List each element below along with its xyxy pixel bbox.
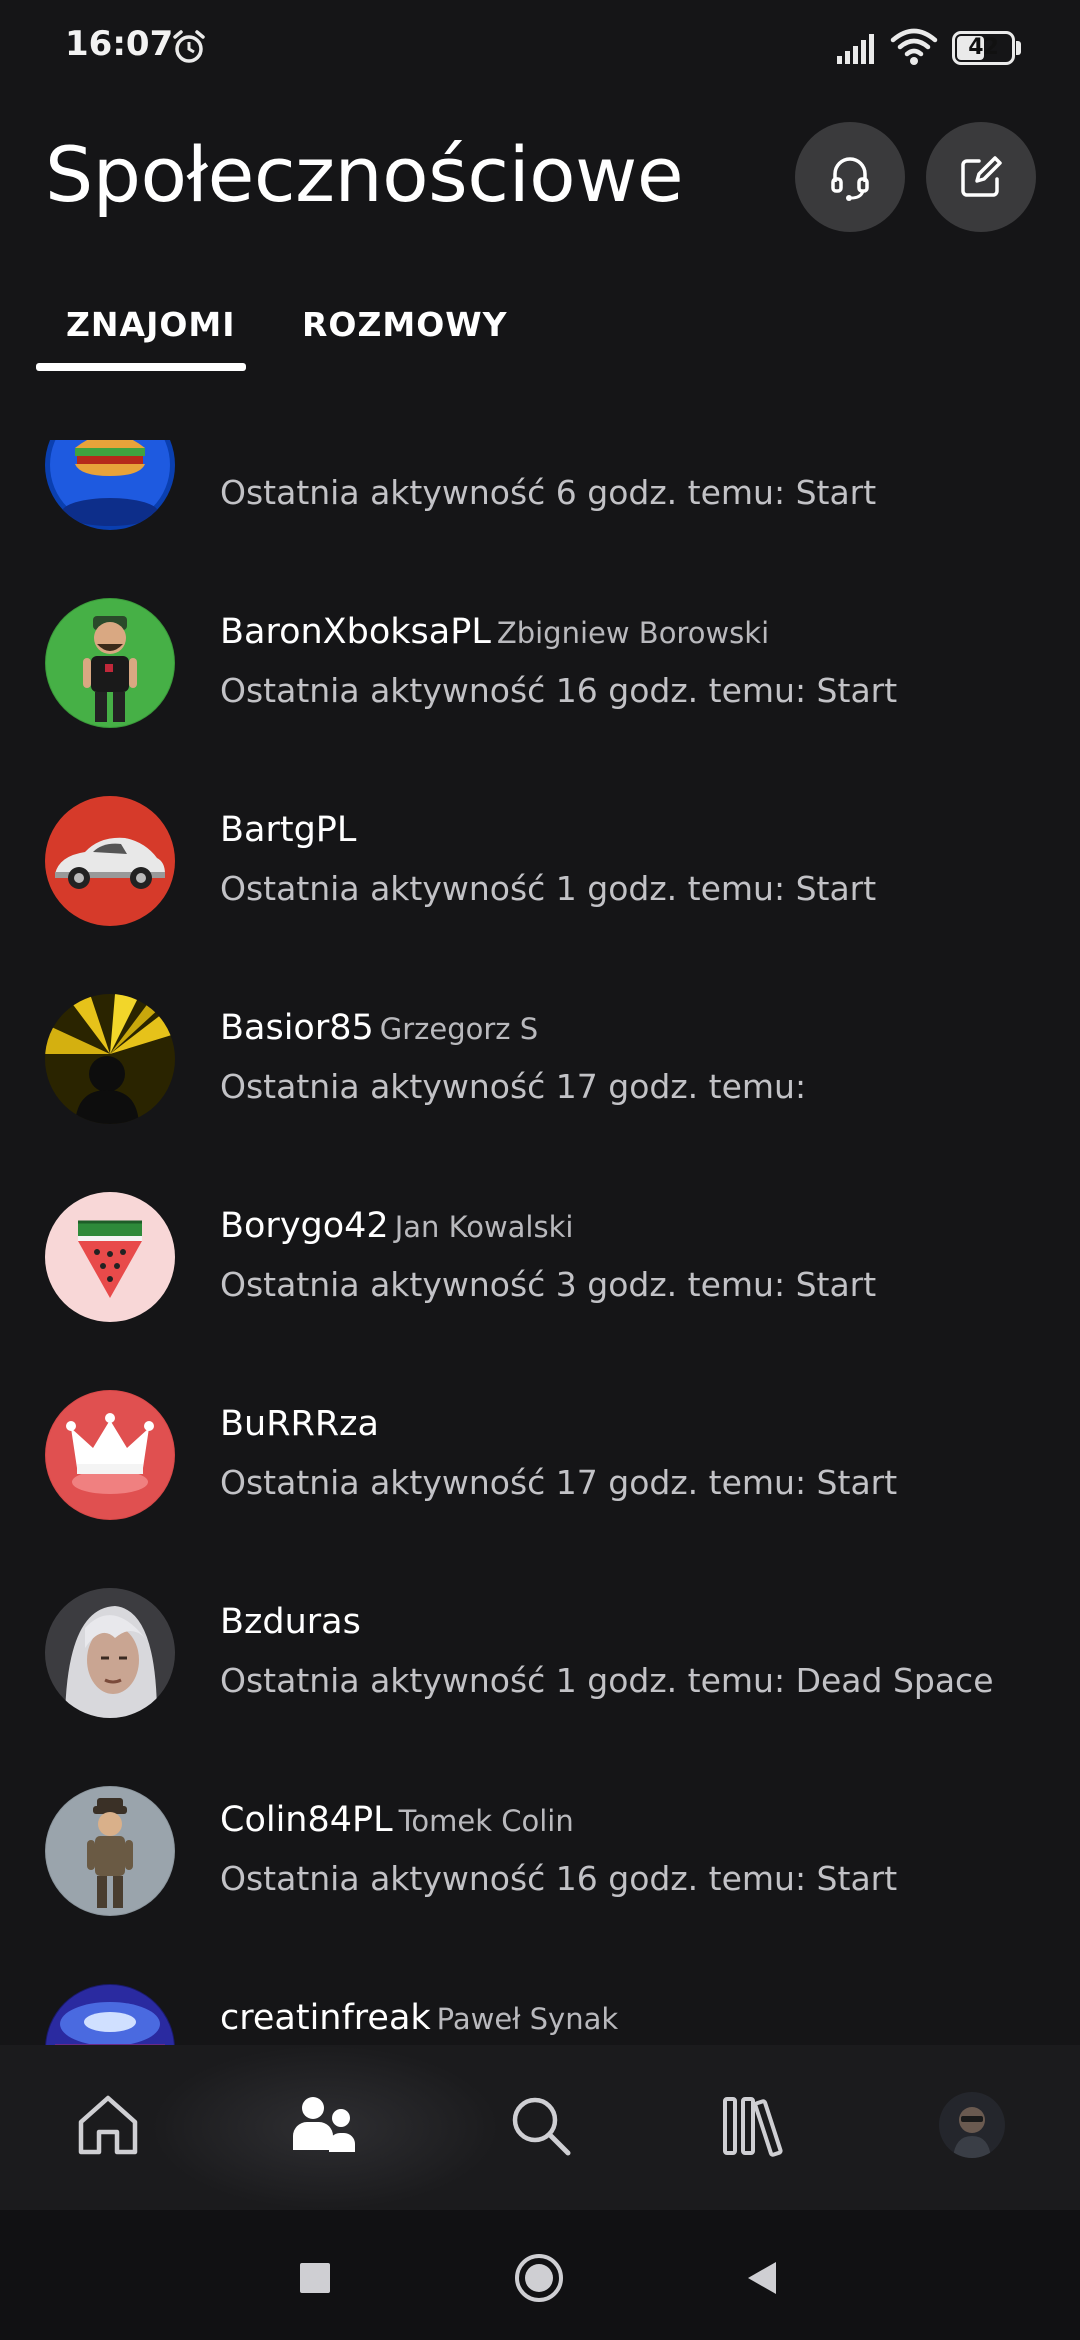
friend-real-name: Tomek Colin	[398, 1804, 574, 1838]
tab-conversations[interactable]: ROZMOWY	[302, 305, 508, 344]
system-home-button[interactable]	[509, 2248, 569, 2308]
friend-activity: Ostatnia aktywność 16 godz. temu: Start	[220, 671, 898, 710]
friend-gamertag: BartgPL	[220, 810, 357, 850]
friend-real-name: Jan Kowalski	[394, 1210, 574, 1244]
friend-gamertag: BuRRRza	[220, 1404, 379, 1444]
friend-gamertag: BaronXboksaPL	[220, 612, 491, 652]
battery-level-text: 42	[968, 35, 999, 60]
friend-avatar	[45, 598, 175, 728]
friend-row[interactable]: Basior85 Grzegorz S Ostatnia aktywność 17…	[0, 950, 1080, 1148]
tab-selected-indicator	[36, 363, 246, 371]
friend-real-name: Paweł Synak	[436, 2002, 619, 2036]
friend-row[interactable]: BuRRRza Ostatnia aktywność 17 godz. temu…	[0, 1346, 1080, 1544]
compose-icon	[961, 156, 1002, 197]
friend-activity: Ostatnia aktywność 16 godz. temu: Start	[220, 1859, 898, 1898]
friend-row[interactable]: Bzduras Ostatnia aktywność 1 godz. temu:…	[0, 1544, 1080, 1742]
status-bar: 16:07 42	[0, 0, 1080, 95]
back-icon	[748, 2262, 776, 2294]
party-chat-button[interactable]	[795, 122, 905, 232]
bottom-navigation	[0, 2045, 1080, 2210]
recents-button[interactable]	[285, 2248, 345, 2308]
friend-real-name: Zbigniew Borowski	[496, 616, 770, 650]
friend-activity: Ostatnia aktywność 6 godz. temu: Start	[220, 473, 877, 512]
friend-avatar	[45, 1786, 175, 1916]
friend-gamertag: Colin84PL	[220, 1800, 393, 1840]
friend-activity: Ostatnia aktywność 3 godz. temu: Start	[220, 1265, 877, 1304]
friend-avatar	[45, 1588, 175, 1718]
system-navigation-bar	[0, 2210, 1080, 2340]
headset-icon	[831, 157, 869, 201]
social-screen: 16:07 42 Społecznościowe ZNAJOMI ROZMOWY…	[0, 0, 1080, 2340]
friend-avatar	[45, 994, 175, 1124]
friend-gamertag: creatinfreak	[220, 1998, 431, 2038]
nav-library[interactable]	[716, 2085, 796, 2165]
friend-gamertag: Borygo42	[220, 1206, 389, 1246]
friends-list[interactable]: Ostatnia aktywność 6 godz. temu: Start B…	[0, 440, 1080, 2045]
friend-avatar	[45, 1390, 175, 1520]
status-time: 16:07	[65, 24, 174, 64]
friend-activity: Ostatnia aktywność 1 godz. temu: Dead Sp…	[220, 1661, 994, 1700]
social-icon	[293, 2097, 355, 2152]
nav-profile[interactable]	[932, 2085, 1012, 2165]
signal-icon	[837, 34, 874, 64]
friend-activity: Ostatnia aktywność 17 godz. temu:	[220, 1067, 807, 1106]
friend-row[interactable]: BartgPL Ostatnia aktywność 1 godz. temu:…	[0, 752, 1080, 950]
friend-gamertag: Bzduras	[220, 1602, 361, 1642]
friend-activity: Ostatnia aktywność 17 godz. temu: Start	[220, 1463, 898, 1502]
nav-search[interactable]	[500, 2085, 580, 2165]
home-icon	[78, 2095, 138, 2155]
new-message-button[interactable]	[926, 122, 1036, 232]
recents-icon	[300, 2263, 330, 2293]
friend-row[interactable]: Colin84PL Tomek Colin Ostatnia aktywność …	[0, 1742, 1080, 1940]
friend-activity: Ostatnia aktywność 1 godz. temu: Start	[220, 869, 877, 908]
back-button[interactable]	[732, 2248, 792, 2308]
system-home-icon	[515, 2254, 563, 2302]
tab-friends[interactable]: ZNAJOMI	[66, 305, 236, 344]
profile-avatar	[939, 2092, 1005, 2158]
friend-avatar	[45, 1192, 175, 1322]
friend-row[interactable]: BaronXboksaPL Zbigniew Borowski Ostatnia …	[0, 554, 1080, 752]
nav-home[interactable]	[68, 2085, 148, 2165]
library-icon	[723, 2097, 783, 2157]
friend-row[interactable]: Ostatnia aktywność 6 godz. temu: Start	[0, 440, 1080, 554]
friend-row[interactable]: Borygo42 Jan Kowalski Ostatnia aktywność …	[0, 1148, 1080, 1346]
friend-real-name: Grzegorz S	[379, 1012, 539, 1046]
wifi-icon	[890, 28, 938, 65]
alarm-icon	[173, 30, 205, 63]
friend-avatar	[45, 440, 175, 530]
friend-gamertag: Basior85	[220, 1008, 374, 1048]
page-title: Społecznościowe	[45, 130, 684, 219]
friend-avatar	[45, 1984, 175, 2045]
friend-avatar	[45, 796, 175, 926]
friend-row[interactable]: creatinfreak Paweł Synak	[0, 1940, 1080, 2045]
nav-social[interactable]	[284, 2085, 364, 2165]
battery-icon: 42	[952, 31, 1022, 65]
search-icon	[512, 2097, 571, 2156]
